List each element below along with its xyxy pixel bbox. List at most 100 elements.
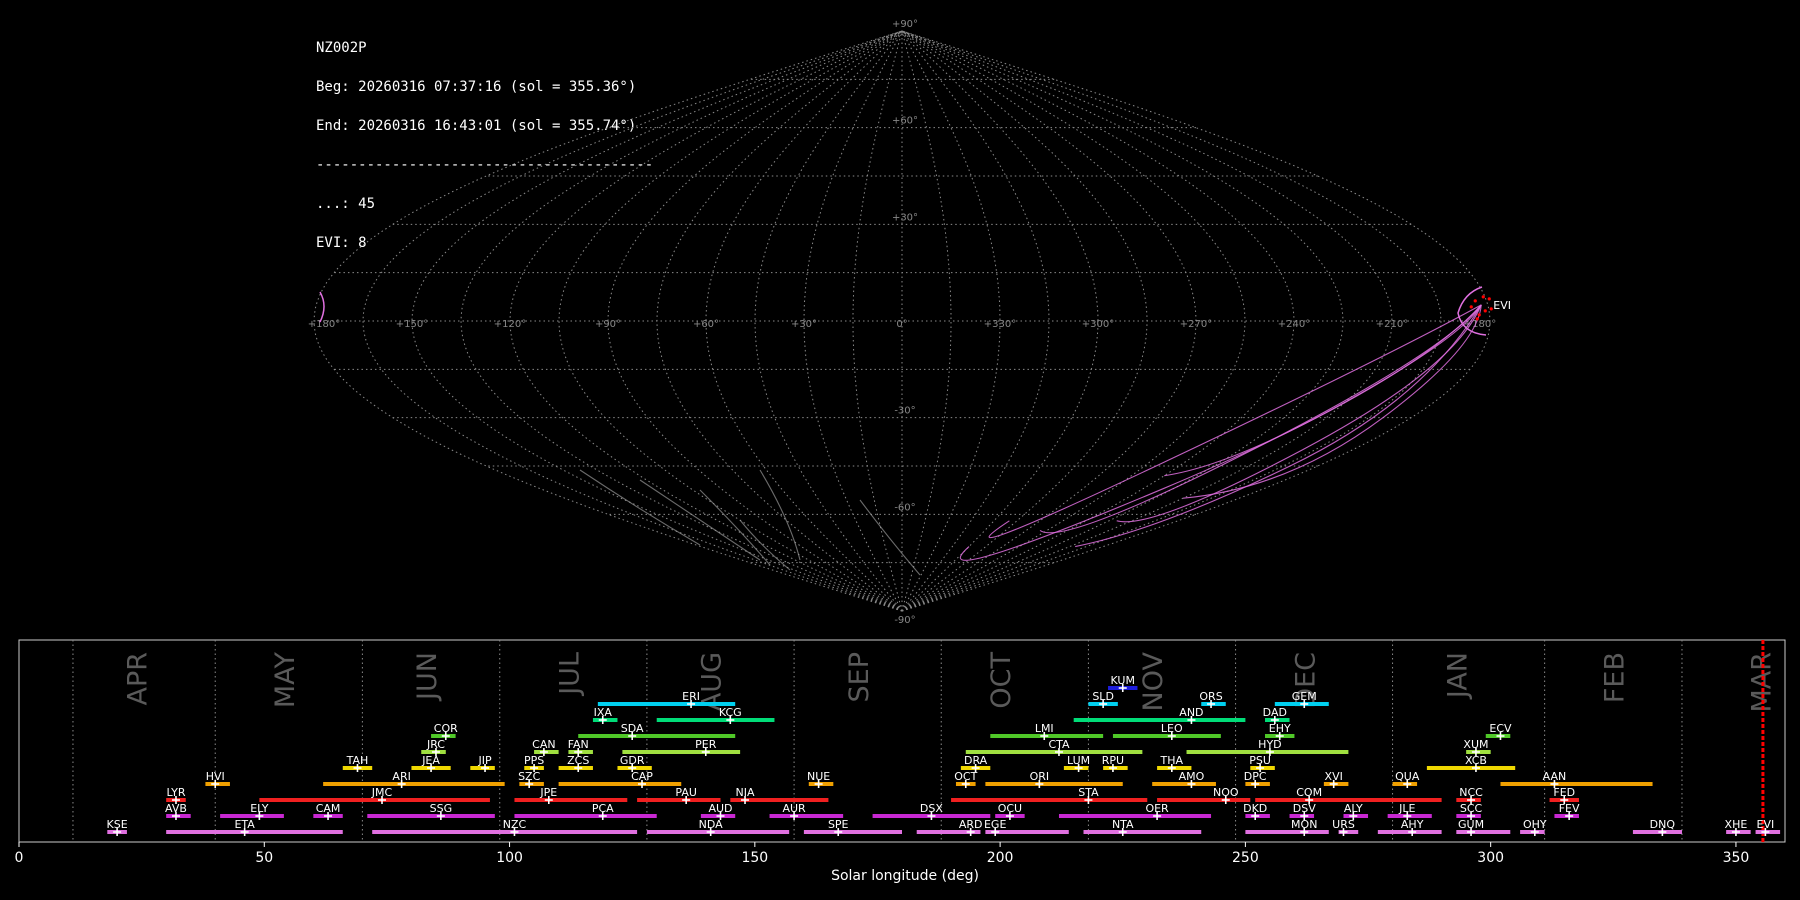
- shower-label: AND: [1179, 706, 1203, 719]
- shower-label: FED: [1553, 786, 1575, 799]
- shower-label: DAD: [1263, 706, 1287, 719]
- shower-oct: OCT: [954, 770, 978, 788]
- shower-ori: ORI: [985, 770, 1123, 788]
- shower-label: JLE: [1398, 802, 1415, 815]
- shower-ari: ARI: [323, 770, 505, 788]
- shower-label: DRA: [964, 754, 988, 767]
- month-label: APR: [123, 652, 154, 706]
- shower-label: ORS: [1199, 690, 1222, 703]
- shower-label: AUD: [708, 802, 732, 815]
- shower-label: OCT: [954, 770, 977, 783]
- meridian-line: [362, 30, 903, 612]
- shower-label: SSG: [430, 802, 453, 815]
- month-label: SEP: [844, 652, 875, 702]
- shower-label: LEO: [1161, 722, 1183, 735]
- shower-label: QUA: [1395, 770, 1420, 783]
- x-tick-label: 350: [1723, 850, 1750, 866]
- shower-oer: OER: [1058, 802, 1212, 820]
- shower-label: ETA: [234, 818, 255, 831]
- shower-label: XVI: [1325, 770, 1343, 783]
- shower-label: AUR: [782, 802, 806, 815]
- shower-leo: LEO: [1112, 722, 1221, 740]
- shower-amo: AMO: [1152, 770, 1216, 788]
- shower-label: NOO: [1213, 786, 1239, 799]
- shower-label: STA: [1078, 786, 1099, 799]
- meteor-track-sporadic: [759, 469, 801, 561]
- lon-label: +30°: [791, 319, 817, 330]
- shower-label: EGE: [984, 818, 1006, 831]
- month-label: FEB: [1599, 652, 1630, 703]
- radiant-arc-wrap: [319, 291, 325, 323]
- shower-label: OER: [1145, 802, 1169, 815]
- shower-label: CTA: [1048, 738, 1070, 751]
- shower-label: NDA: [699, 818, 724, 831]
- shower-timeline: APRMAYJUNJULAUGSEPOCTNOVDECJANFEBMARKUME…: [15, 639, 1786, 884]
- shower-aan: AAN: [1500, 770, 1653, 788]
- shower-spe: SPE: [803, 818, 902, 836]
- shower-qua: QUA: [1392, 770, 1420, 788]
- shower-label: KCG: [719, 706, 742, 719]
- shower-ecv: ECV: [1485, 722, 1512, 740]
- shower-noo: NOO: [1157, 786, 1251, 804]
- shower-cap: CAP: [558, 770, 682, 788]
- shower-pca: PCA: [514, 802, 657, 820]
- shower-label: PER: [695, 738, 717, 751]
- shower-xcb: XCB: [1426, 754, 1516, 772]
- shower-label: CAP: [631, 770, 653, 783]
- lon-label: +90°: [595, 319, 621, 330]
- x-tick-label: 300: [1477, 850, 1504, 866]
- shower-ahy: AHY: [1377, 818, 1442, 836]
- shower-label: NUE: [807, 770, 830, 783]
- shower-label: SZC: [518, 770, 541, 783]
- shower-label: COR: [434, 722, 458, 735]
- shower-label: JIP: [477, 754, 491, 767]
- meteor-track: [1182, 304, 1482, 499]
- lat-label: +30°: [892, 212, 918, 223]
- shower-label: HYD: [1258, 738, 1281, 751]
- shower-eta: ETA: [166, 818, 343, 836]
- x-tick-label: 150: [741, 850, 768, 866]
- lon-label: +120°: [494, 319, 526, 330]
- lat-label: -60°: [894, 502, 915, 513]
- shower-label: GUM: [1458, 818, 1484, 831]
- shower-nue: NUE: [807, 770, 834, 788]
- shower-label: JPE: [539, 786, 557, 799]
- shower-label: JRC: [426, 738, 445, 751]
- shower-ohy: OHY: [1520, 818, 1547, 836]
- radiant-label: EVI: [1493, 299, 1511, 312]
- lon-label: +240°: [1278, 319, 1310, 330]
- lat-label: +90°: [892, 19, 918, 30]
- shower-xhe: XHE: [1725, 818, 1751, 836]
- month-label: NOV: [1138, 651, 1169, 711]
- shower-sld: SLD: [1088, 690, 1118, 708]
- shower-label: NZC: [503, 818, 527, 831]
- shower-label: KUM: [1111, 674, 1135, 687]
- shower-hvi: HVI: [205, 770, 230, 788]
- shower-gum: GUM: [1456, 818, 1511, 836]
- radiant-point: [1477, 313, 1481, 317]
- shower-label: COM: [1296, 786, 1322, 799]
- shower-label: EVI: [1757, 818, 1775, 831]
- shower-label: AAN: [1543, 770, 1567, 783]
- shower-label: HVI: [206, 770, 225, 783]
- shower-lmi: LMI: [990, 722, 1104, 740]
- shower-label: GEM: [1292, 690, 1317, 703]
- shower-jea: JEA: [411, 754, 451, 772]
- shower-lum: LUM: [1063, 754, 1090, 772]
- shower-tah: TAH: [342, 754, 373, 772]
- shower-label: XUM: [1463, 738, 1488, 751]
- shower-label: NCC: [1459, 786, 1483, 799]
- shower-label: URS: [1332, 818, 1355, 831]
- shower-nda: NDA: [646, 818, 790, 836]
- shower-label: KSE: [107, 818, 128, 831]
- shower-rpu: RPU: [1102, 754, 1128, 772]
- shower-label: SCC: [1460, 802, 1483, 815]
- shower-label: MON: [1291, 818, 1317, 831]
- shower-label: ARD: [959, 818, 983, 831]
- shower-label: RPU: [1102, 754, 1124, 767]
- radiant-point: [1473, 299, 1477, 303]
- month-label: JAN: [1442, 652, 1473, 700]
- shower-ard: ARD: [916, 818, 983, 836]
- shower-label: LUM: [1067, 754, 1090, 767]
- shower-label: CAN: [532, 738, 555, 751]
